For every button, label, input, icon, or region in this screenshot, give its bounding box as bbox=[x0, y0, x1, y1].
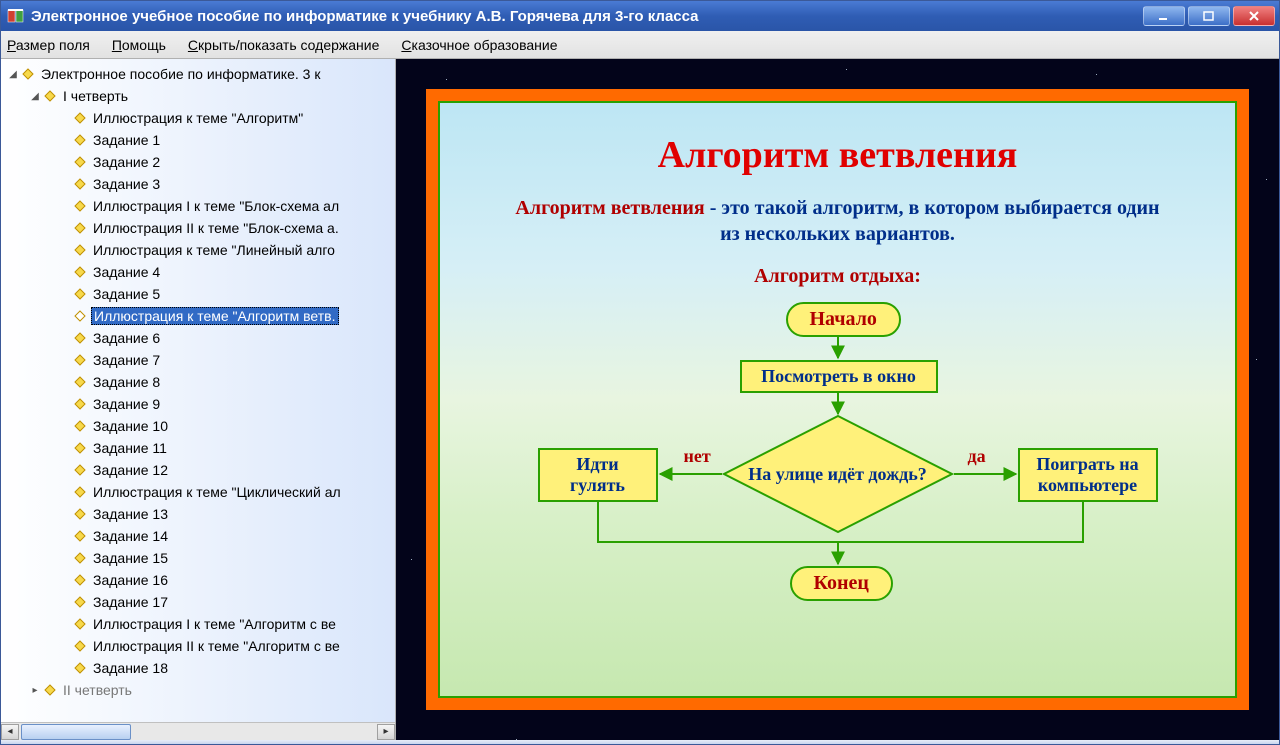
tree-item[interactable]: Задание 12 bbox=[7, 459, 395, 481]
tree-item[interactable]: Задание 4 bbox=[7, 261, 395, 283]
flow-end: Конец bbox=[790, 566, 893, 601]
titlebar: Электронное учебное пособие по информати… bbox=[1, 1, 1279, 31]
tree-item[interactable]: Задание 9 bbox=[7, 393, 395, 415]
minimize-button[interactable] bbox=[1143, 6, 1185, 26]
tree-item[interactable]: Иллюстрация к теме "Циклический ал bbox=[7, 481, 395, 503]
app-window: Электронное учебное пособие по информати… bbox=[0, 0, 1280, 745]
slide-frame: Алгоритм ветвления Алгоритм ветвления - … bbox=[426, 89, 1249, 710]
tree-item[interactable]: Задание 16 bbox=[7, 569, 395, 591]
tree-item[interactable]: Иллюстрация к теме "Линейный алго bbox=[7, 239, 395, 261]
tree-item[interactable]: Иллюстрация I к теме "Алгоритм с ве bbox=[7, 613, 395, 635]
tree-item[interactable]: Задание 14 bbox=[7, 525, 395, 547]
slide-example-title: Алгоритм отдыха: bbox=[470, 265, 1205, 288]
tree-item[interactable]: Иллюстрация II к теме "Блок-схема а. bbox=[7, 217, 395, 239]
flow-step-look-window: Посмотреть в окно bbox=[740, 360, 938, 393]
flow-branch-computer: Поиграть на компьютере bbox=[1018, 448, 1158, 502]
maximize-button[interactable] bbox=[1188, 6, 1230, 26]
slide: Алгоритм ветвления Алгоритм ветвления - … bbox=[438, 101, 1237, 698]
tree-item[interactable]: Задание 15 bbox=[7, 547, 395, 569]
scroll-thumb[interactable] bbox=[21, 724, 131, 740]
tree-item[interactable]: Задание 6 bbox=[7, 327, 395, 349]
tree-quarter-2[interactable]: ▸ II четверть bbox=[7, 679, 395, 701]
menu-field-size[interactable]: Размер поля bbox=[7, 37, 90, 53]
tree-root[interactable]: ◢ Электронное пособие по информатике. 3 … bbox=[7, 63, 395, 85]
scroll-left-button[interactable]: ◂ bbox=[1, 724, 19, 740]
sidebar: ◢ Электронное пособие по информатике. 3 … bbox=[1, 59, 396, 740]
tree-item[interactable]: Задание 8 bbox=[7, 371, 395, 393]
slide-definition: Алгоритм ветвления - это такой алгоритм,… bbox=[470, 195, 1205, 247]
scroll-right-button[interactable]: ▸ bbox=[377, 724, 395, 740]
slide-title: Алгоритм ветвления bbox=[470, 133, 1205, 177]
tree-item[interactable]: Задание 18 bbox=[7, 657, 395, 679]
flowchart: Начало Посмотреть в окно На улице идёт д… bbox=[488, 302, 1188, 622]
tree-item[interactable]: Задание 10 bbox=[7, 415, 395, 437]
tree-view[interactable]: ◢ Электронное пособие по информатике. 3 … bbox=[1, 59, 395, 722]
tree-item[interactable]: Задание 11 bbox=[7, 437, 395, 459]
content-pane: Алгоритм ветвления Алгоритм ветвления - … bbox=[396, 59, 1279, 740]
menubar: Размер поля Помощь Скрыть/показать содер… bbox=[1, 31, 1279, 59]
tree-item[interactable]: Задание 7 bbox=[7, 349, 395, 371]
close-button[interactable] bbox=[1233, 6, 1275, 26]
app-icon bbox=[7, 7, 25, 25]
label-yes: да bbox=[968, 446, 986, 467]
menu-toggle-toc[interactable]: Скрыть/показать содержание bbox=[188, 37, 379, 53]
tree-item[interactable]: Задание 2 bbox=[7, 151, 395, 173]
tree-item[interactable]: Задание 3 bbox=[7, 173, 395, 195]
tree-item[interactable]: Иллюстрация к теме "Алгоритм ветв. bbox=[7, 305, 395, 327]
tree-quarter-1[interactable]: ◢ I четверть bbox=[7, 85, 395, 107]
tree-item[interactable]: Задание 17 bbox=[7, 591, 395, 613]
statusbar bbox=[1, 740, 1279, 744]
tree-item[interactable]: Иллюстрация II к теме "Алгоритм с ве bbox=[7, 635, 395, 657]
horizontal-scrollbar[interactable]: ◂ ▸ bbox=[1, 722, 395, 740]
tree-item[interactable]: Задание 1 bbox=[7, 129, 395, 151]
tree-item[interactable]: Иллюстрация к теме "Алгоритм" bbox=[7, 107, 395, 129]
window-title: Электронное учебное пособие по информати… bbox=[31, 8, 1143, 25]
label-no: нет bbox=[684, 446, 711, 467]
menu-help[interactable]: Помощь bbox=[112, 37, 166, 53]
tree-item[interactable]: Задание 13 bbox=[7, 503, 395, 525]
scroll-track[interactable] bbox=[19, 724, 377, 740]
tree-item[interactable]: Иллюстрация I к теме "Блок-схема ал bbox=[7, 195, 395, 217]
flow-decision: На улице идёт дождь? bbox=[722, 414, 954, 534]
flow-branch-walk: Идти гулять bbox=[538, 448, 658, 502]
tree-item[interactable]: Задание 5 bbox=[7, 283, 395, 305]
flow-start: Начало bbox=[786, 302, 901, 337]
menu-fairy-education[interactable]: Сказочное образование bbox=[401, 37, 557, 53]
